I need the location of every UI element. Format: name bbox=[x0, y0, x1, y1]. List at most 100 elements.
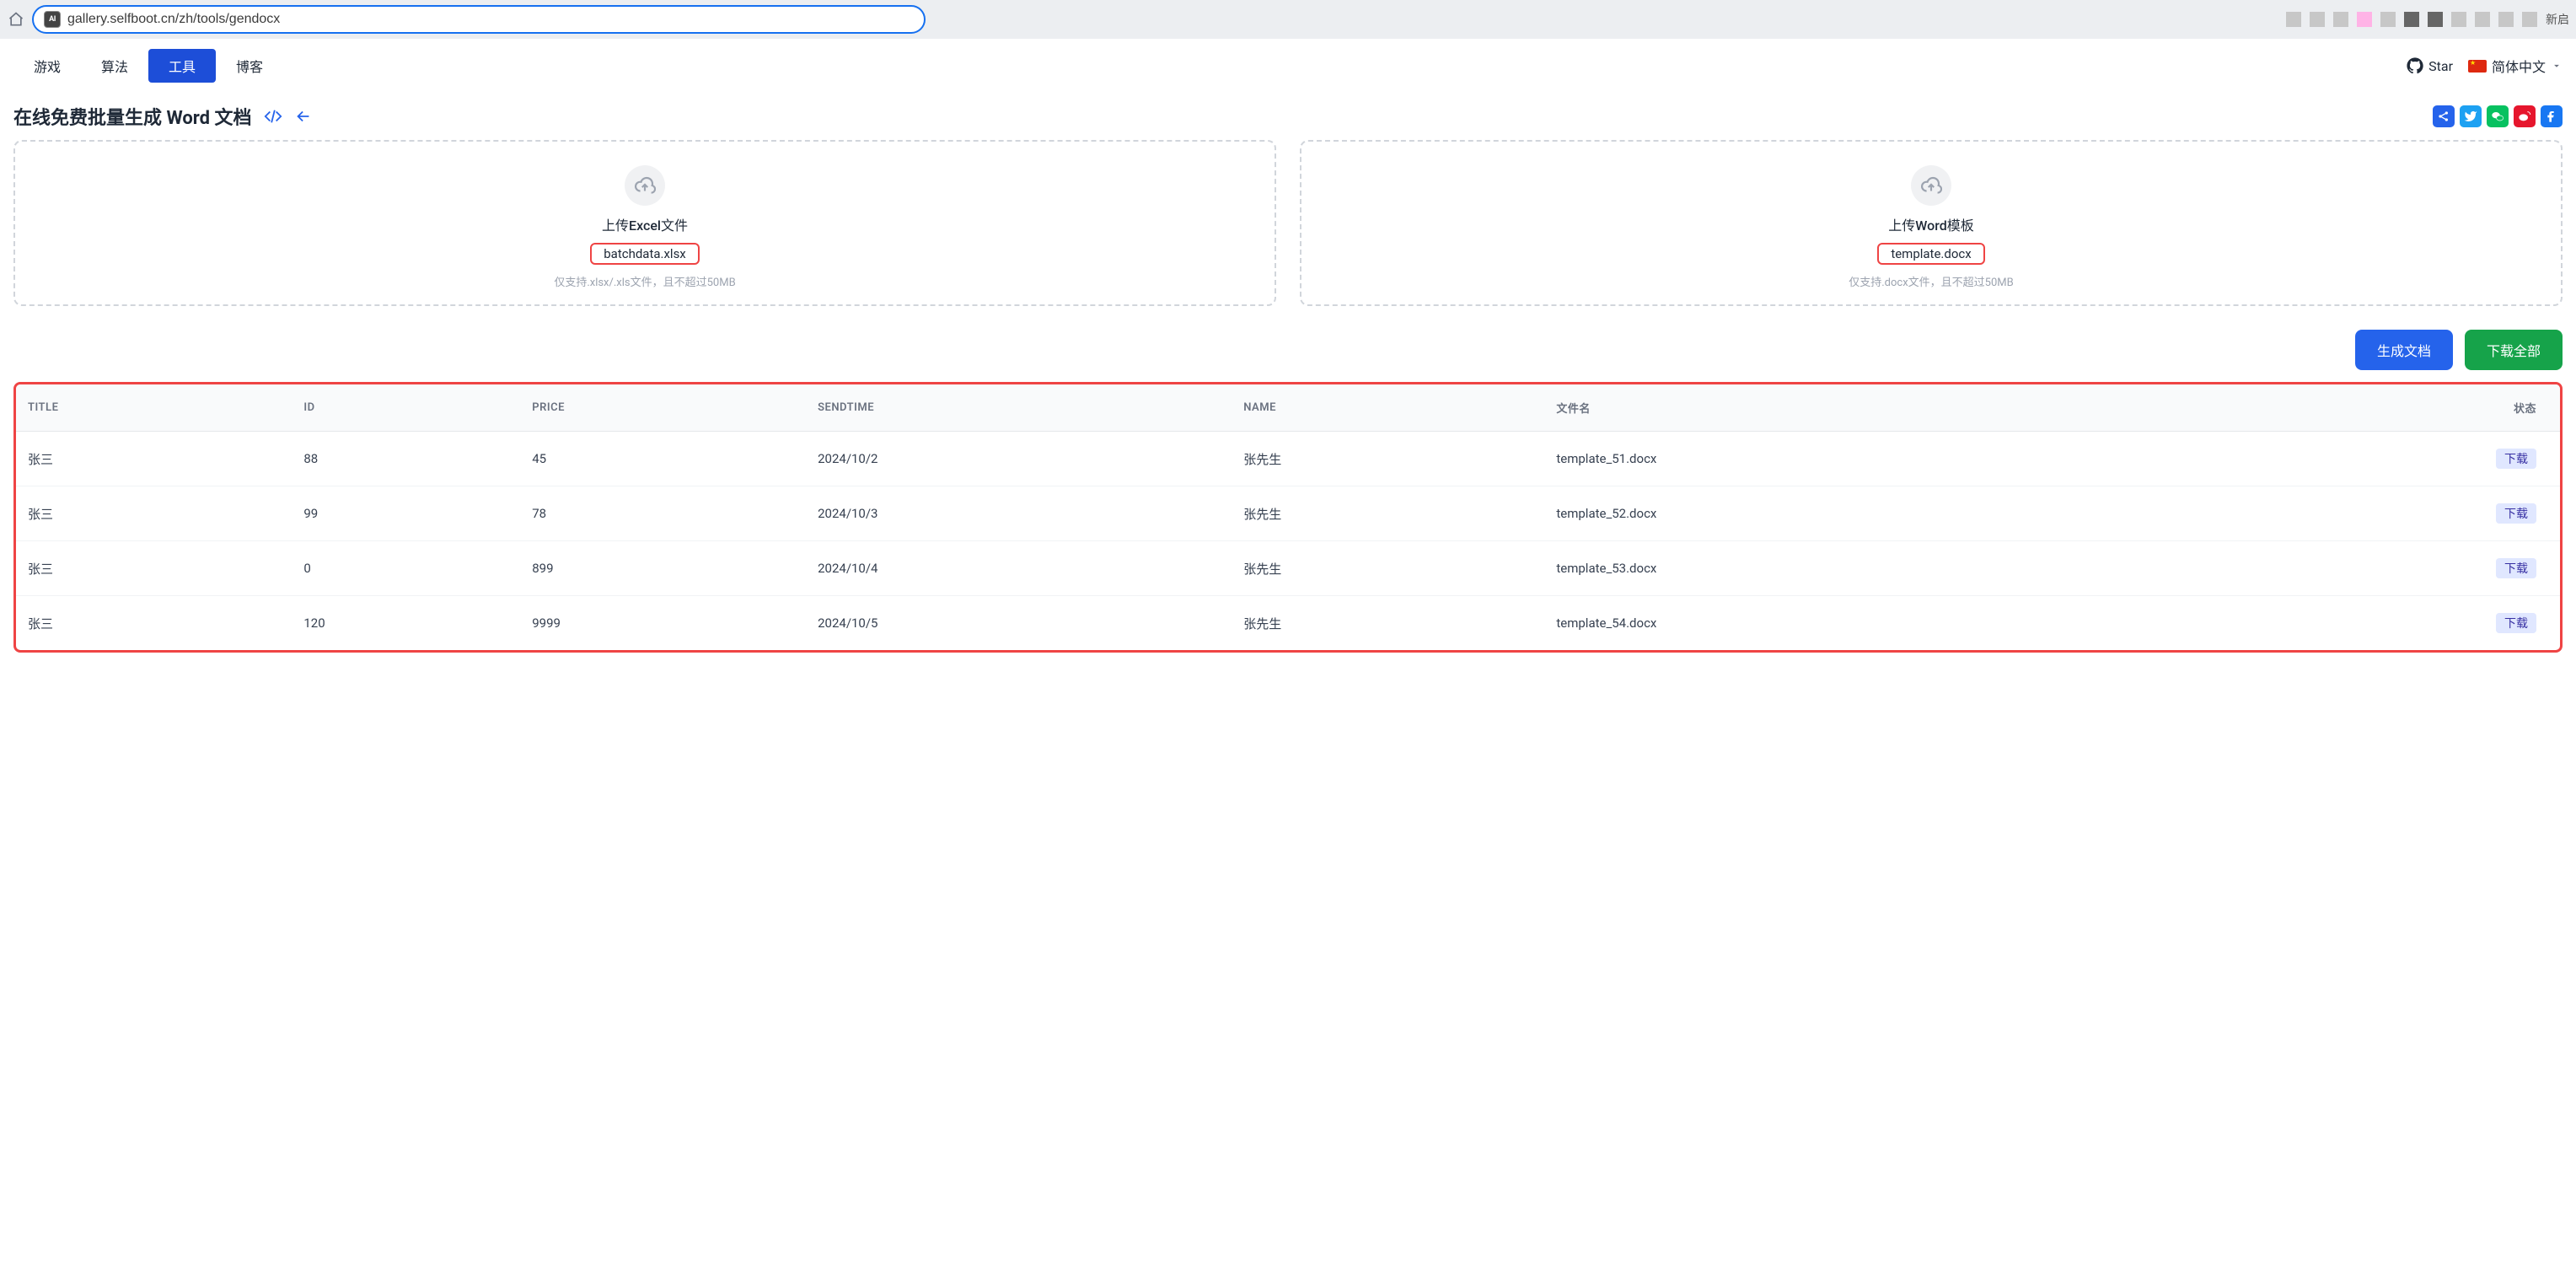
back-arrow-icon[interactable] bbox=[294, 107, 313, 126]
generate-docs-button[interactable]: 生成文档 bbox=[2355, 330, 2453, 370]
cell-price: 45 bbox=[520, 432, 806, 486]
results-table-container: TITLE ID PRICE SENDTIME NAME 文件名 状态 张三88… bbox=[13, 382, 2563, 653]
cell-price: 899 bbox=[520, 541, 806, 596]
cell-id: 99 bbox=[292, 486, 520, 541]
heading-left: 在线免费批量生成 Word 文档 bbox=[13, 103, 313, 130]
nav-left: 游戏 算法 工具 博客 bbox=[13, 49, 283, 83]
cell-title: 张三 bbox=[16, 541, 292, 596]
url-bar[interactable]: AI bbox=[32, 5, 926, 34]
upload-excel-title: 上传Excel文件 bbox=[602, 214, 688, 234]
facebook-icon[interactable] bbox=[2541, 105, 2563, 127]
nav-right: Star 简体中文 bbox=[2407, 56, 2563, 76]
share-generic-icon[interactable] bbox=[2433, 105, 2455, 127]
cell-title: 张三 bbox=[16, 596, 292, 651]
table-row: 张三08992024/10/4张先生template_53.docx 下载 bbox=[16, 541, 2560, 596]
cell-price: 9999 bbox=[520, 596, 806, 651]
download-row-button[interactable]: 下载 bbox=[2496, 449, 2536, 469]
table-row: 张三88452024/10/2张先生template_51.docx 下载 bbox=[16, 432, 2560, 486]
tab-thumb-icon[interactable] bbox=[2428, 12, 2443, 27]
table-row: 张三99782024/10/3张先生template_52.docx 下载 bbox=[16, 486, 2560, 541]
language-label: 简体中文 bbox=[2492, 56, 2546, 76]
cell-name: 张先生 bbox=[1232, 432, 1544, 486]
tab-thumb-icon[interactable] bbox=[2522, 12, 2537, 27]
cell-id: 88 bbox=[292, 432, 520, 486]
github-icon bbox=[2407, 57, 2423, 74]
language-switcher[interactable]: 简体中文 bbox=[2468, 56, 2563, 76]
col-header-id: ID bbox=[292, 384, 520, 432]
cell-filename: template_54.docx bbox=[1544, 596, 2174, 651]
col-header-sendtime: SENDTIME bbox=[806, 384, 1232, 432]
upload-excel-hint: 仅支持.xlsx/.xls文件，且不超过50MB bbox=[554, 273, 735, 289]
cell-status: 下载 bbox=[2175, 541, 2561, 596]
star-label: Star bbox=[2428, 58, 2453, 74]
twitter-icon[interactable] bbox=[2460, 105, 2482, 127]
cell-name: 张先生 bbox=[1232, 486, 1544, 541]
tab-thumb-icon[interactable] bbox=[2357, 12, 2372, 27]
code-icon[interactable] bbox=[264, 107, 282, 126]
nav-item-tools[interactable]: 工具 bbox=[148, 49, 216, 83]
col-header-price: PRICE bbox=[520, 384, 806, 432]
cell-sendtime: 2024/10/4 bbox=[806, 541, 1232, 596]
results-table: TITLE ID PRICE SENDTIME NAME 文件名 状态 张三88… bbox=[16, 384, 2560, 650]
cell-name: 张先生 bbox=[1232, 596, 1544, 651]
tab-thumb-icon[interactable] bbox=[2310, 12, 2325, 27]
actions-row: 生成文档 下载全部 bbox=[0, 309, 2576, 382]
cloud-upload-icon bbox=[625, 165, 665, 206]
col-header-filename: 文件名 bbox=[1544, 384, 2174, 432]
tab-thumb-icon[interactable] bbox=[2333, 12, 2348, 27]
chevron-down-icon bbox=[2551, 60, 2563, 72]
page-title: 在线免费批量生成 Word 文档 bbox=[13, 103, 252, 130]
browser-tabstrip: 新启 bbox=[932, 11, 2569, 28]
cell-sendtime: 2024/10/5 bbox=[806, 596, 1232, 651]
cell-status: 下载 bbox=[2175, 486, 2561, 541]
word-filename-chip: template.docx bbox=[1877, 243, 1984, 265]
cell-id: 0 bbox=[292, 541, 520, 596]
tab-thumb-icon[interactable] bbox=[2286, 12, 2301, 27]
col-header-name: NAME bbox=[1232, 384, 1544, 432]
cell-sendtime: 2024/10/2 bbox=[806, 432, 1232, 486]
home-icon[interactable] bbox=[7, 10, 25, 29]
download-row-button[interactable]: 下载 bbox=[2496, 613, 2536, 633]
tab-thumb-icon[interactable] bbox=[2380, 12, 2396, 27]
cell-filename: template_51.docx bbox=[1544, 432, 2174, 486]
weibo-icon[interactable] bbox=[2514, 105, 2536, 127]
url-input[interactable] bbox=[67, 12, 914, 27]
share-icons bbox=[2433, 105, 2563, 127]
download-all-button[interactable]: 下载全部 bbox=[2465, 330, 2563, 370]
cell-id: 120 bbox=[292, 596, 520, 651]
cell-filename: template_53.docx bbox=[1544, 541, 2174, 596]
nav-item-games[interactable]: 游戏 bbox=[13, 49, 81, 83]
download-row-button[interactable]: 下载 bbox=[2496, 558, 2536, 578]
tab-thumb-icon[interactable] bbox=[2404, 12, 2419, 27]
nav-item-blog[interactable]: 博客 bbox=[216, 49, 283, 83]
site-navbar: 游戏 算法 工具 博客 Star 简体中文 bbox=[0, 39, 2576, 93]
cell-status: 下载 bbox=[2175, 596, 2561, 651]
cell-title: 张三 bbox=[16, 432, 292, 486]
cell-sendtime: 2024/10/3 bbox=[806, 486, 1232, 541]
github-star-link[interactable]: Star bbox=[2407, 57, 2453, 74]
cell-filename: template_52.docx bbox=[1544, 486, 2174, 541]
nav-item-algorithms[interactable]: 算法 bbox=[81, 49, 148, 83]
tab-thumb-icon[interactable] bbox=[2498, 12, 2514, 27]
upload-row: 上传Excel文件 batchdata.xlsx 仅支持.xlsx/.xls文件… bbox=[0, 137, 2576, 309]
cell-price: 78 bbox=[520, 486, 806, 541]
cloud-upload-icon bbox=[1911, 165, 1951, 206]
tab-thumb-icon[interactable] bbox=[2475, 12, 2490, 27]
table-row: 张三12099992024/10/5张先生template_54.docx 下载 bbox=[16, 596, 2560, 651]
download-row-button[interactable]: 下载 bbox=[2496, 503, 2536, 524]
site-favicon-icon: AI bbox=[44, 11, 61, 28]
wechat-icon[interactable] bbox=[2487, 105, 2509, 127]
upload-excel-panel[interactable]: 上传Excel文件 batchdata.xlsx 仅支持.xlsx/.xls文件… bbox=[13, 140, 1276, 306]
table-header-row: TITLE ID PRICE SENDTIME NAME 文件名 状态 bbox=[16, 384, 2560, 432]
tab-thumb-icon[interactable] bbox=[2451, 12, 2466, 27]
upload-word-panel[interactable]: 上传Word模板 template.docx 仅支持.docx文件，且不超过50… bbox=[1300, 140, 2563, 306]
col-header-title: TITLE bbox=[16, 384, 292, 432]
new-window-hint: 新启 bbox=[2546, 11, 2569, 28]
upload-word-hint: 仅支持.docx文件，且不超过50MB bbox=[1849, 273, 2014, 289]
cell-name: 张先生 bbox=[1232, 541, 1544, 596]
excel-filename-chip: batchdata.xlsx bbox=[590, 243, 700, 265]
cell-status: 下载 bbox=[2175, 432, 2561, 486]
upload-word-title: 上传Word模板 bbox=[1888, 214, 1973, 234]
col-header-status: 状态 bbox=[2175, 384, 2561, 432]
cell-title: 张三 bbox=[16, 486, 292, 541]
